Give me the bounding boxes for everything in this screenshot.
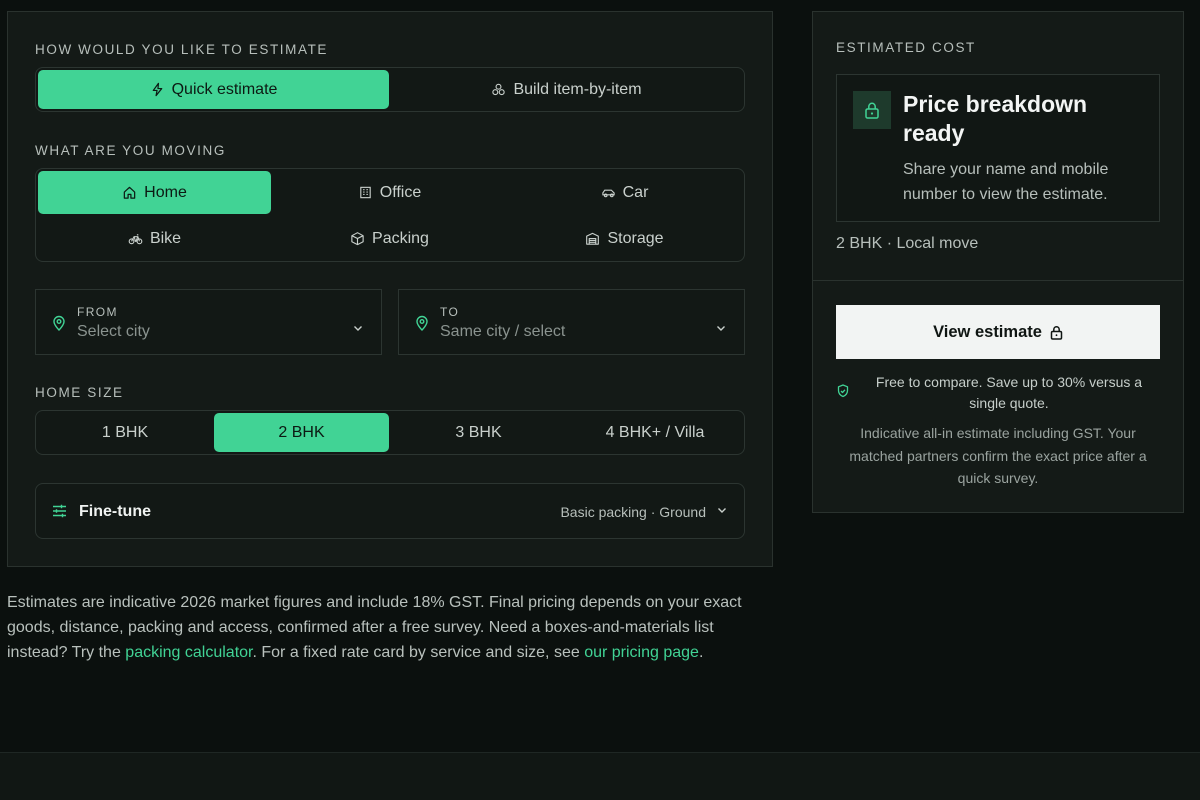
home-icon bbox=[122, 185, 137, 200]
building-icon bbox=[358, 185, 373, 200]
to-city-select[interactable]: TO Same city / select bbox=[398, 289, 745, 355]
estimated-cost-panel: ESTIMATED COST Price breakdown ready Sha… bbox=[812, 11, 1184, 513]
price-breakdown-description: Share your name and mobile number to vie… bbox=[903, 161, 1109, 203]
moving-option-storage[interactable]: Storage bbox=[508, 217, 741, 260]
map-pin-icon bbox=[415, 315, 429, 331]
size-option-2bhk-label: 2 BHK bbox=[278, 423, 325, 441]
divider bbox=[813, 280, 1183, 281]
lock-icon bbox=[864, 101, 880, 119]
build-item-by-item-button[interactable]: Build item-by-item bbox=[391, 70, 742, 109]
estimated-cost-label: ESTIMATED COST bbox=[836, 40, 976, 55]
method-section-label: HOW WOULD YOU LIKE TO ESTIMATE bbox=[35, 42, 329, 57]
moving-section-label: WHAT ARE YOU MOVING bbox=[35, 143, 226, 158]
view-estimate-button[interactable]: View estimate bbox=[836, 305, 1160, 359]
move-summary: 2 BHK · Local move bbox=[836, 235, 979, 252]
size-option-4bhk-villa-label: 4 BHK+ / Villa bbox=[605, 423, 705, 441]
moving-option-bike[interactable]: Bike bbox=[38, 217, 271, 260]
moving-option-packing[interactable]: Packing bbox=[273, 217, 506, 260]
moving-option-office-label: Office bbox=[379, 183, 422, 201]
method-toggle: Quick estimate Build item-by-item bbox=[35, 67, 745, 112]
from-city-select[interactable]: FROM Select city bbox=[35, 289, 382, 355]
size-option-1bhk-label: 1 BHK bbox=[101, 423, 149, 441]
moving-option-packing-label: Packing bbox=[372, 229, 429, 247]
size-option-2bhk[interactable]: 2 BHK bbox=[214, 413, 389, 452]
pricing-page-link[interactable]: our pricing page bbox=[584, 644, 699, 661]
moving-option-car[interactable]: Car bbox=[508, 171, 741, 214]
size-option-3bhk[interactable]: 3 BHK bbox=[391, 413, 566, 452]
price-breakdown-card: Price breakdown ready Share your name an… bbox=[836, 74, 1160, 222]
lock-badge bbox=[853, 91, 891, 129]
bike-icon bbox=[128, 231, 143, 246]
shield-icon bbox=[837, 384, 849, 398]
moving-option-car-label: Car bbox=[622, 183, 649, 201]
estimate-disclaimer: Indicative all-in estimate including GST… bbox=[849, 425, 1147, 486]
moving-option-home[interactable]: Home bbox=[38, 171, 271, 214]
warehouse-icon bbox=[585, 231, 600, 246]
home-size-toggle: 1 BHK 2 BHK 3 BHK 4 BHK+ / Villa bbox=[35, 410, 745, 455]
chevron-down-icon bbox=[353, 325, 363, 332]
sliders-icon bbox=[52, 504, 67, 518]
fine-tune-summary: Basic packing · Ground bbox=[560, 504, 706, 520]
lock-icon bbox=[1050, 325, 1063, 340]
size-option-1bhk[interactable]: 1 BHK bbox=[38, 413, 212, 452]
moving-option-storage-label: Storage bbox=[607, 229, 664, 247]
estimator-panel: HOW WOULD YOU LIKE TO ESTIMATE Quick est… bbox=[7, 11, 773, 567]
map-pin-icon bbox=[52, 315, 66, 331]
moving-option-office[interactable]: Office bbox=[273, 171, 506, 214]
moving-options-grid: Home Office Car Bike Packing Storage bbox=[35, 168, 745, 262]
size-option-4bhk-villa[interactable]: 4 BHK+ / Villa bbox=[568, 413, 742, 452]
compare-note: Free to compare. Save up to 30% versus a… bbox=[875, 374, 1143, 411]
car-icon bbox=[601, 185, 616, 200]
fine-tune-label: Fine-tune bbox=[79, 503, 151, 520]
moving-option-home-label: Home bbox=[144, 183, 187, 201]
size-option-3bhk-label: 3 BHK bbox=[455, 423, 502, 441]
from-value: Select city bbox=[77, 323, 150, 340]
from-label: FROM bbox=[77, 305, 118, 319]
to-label: TO bbox=[440, 305, 460, 319]
lightning-icon bbox=[150, 82, 165, 97]
price-breakdown-title: Price breakdown ready bbox=[903, 91, 1088, 146]
footnote-text-2: . For a fixed rate card by service and s… bbox=[252, 644, 585, 661]
pricing-footnote: Estimates are indicative 2026 market fig… bbox=[7, 590, 747, 665]
fine-tune-toggle[interactable]: Fine-tune Basic packing · Ground bbox=[35, 483, 745, 539]
chevron-down-icon bbox=[716, 325, 726, 332]
quick-estimate-label: Quick estimate bbox=[171, 80, 278, 98]
packing-calculator-link[interactable]: packing calculator bbox=[125, 644, 252, 661]
chevron-down-icon bbox=[717, 507, 727, 514]
package-icon bbox=[350, 231, 365, 246]
build-item-by-item-label: Build item-by-item bbox=[513, 80, 642, 98]
footer-bar bbox=[0, 752, 1200, 800]
to-value: Same city / select bbox=[440, 323, 566, 340]
footnote-text-3: . bbox=[698, 644, 704, 661]
moving-option-bike-label: Bike bbox=[149, 229, 182, 247]
home-size-section-label: HOME SIZE bbox=[35, 385, 124, 400]
quick-estimate-button[interactable]: Quick estimate bbox=[38, 70, 389, 109]
boxes-icon bbox=[491, 82, 506, 97]
view-estimate-label: View estimate bbox=[933, 322, 1042, 341]
